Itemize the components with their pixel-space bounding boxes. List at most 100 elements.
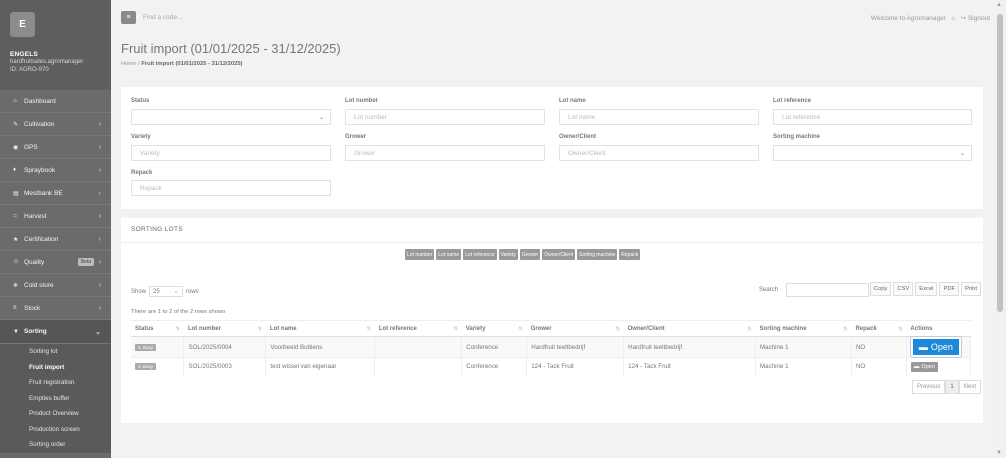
- open-button[interactable]: ▬ Open: [910, 361, 938, 372]
- col-owner-client[interactable]: Owner/Client ⇅: [623, 320, 756, 337]
- submenu-item-production-screen[interactable]: Production screen: [0, 422, 111, 438]
- sort-icon: ⇅: [843, 325, 848, 332]
- sidebar-item-cold-store[interactable]: ❄ Cold store ‹: [0, 274, 111, 297]
- app-logo[interactable]: E: [10, 12, 35, 37]
- col-label: Status: [135, 325, 154, 332]
- col-lot-reference[interactable]: Lot reference ⇅: [374, 320, 462, 337]
- page-scrollbar[interactable]: ▲ ▼: [994, 0, 1006, 458]
- lot-name-label: Lot name: [559, 98, 586, 104]
- chevron-left-icon: ‹: [98, 120, 101, 128]
- col-lot-number[interactable]: Lot number ⇅: [183, 320, 266, 337]
- variety-input[interactable]: Variety: [131, 145, 331, 161]
- home-icon[interactable]: ⌂: [951, 15, 955, 22]
- colvis-grower[interactable]: Grower: [519, 249, 541, 260]
- col-label: Variety: [465, 325, 486, 332]
- signout-link[interactable]: ↪ Signout: [961, 15, 990, 22]
- sidebar-item-harvest[interactable]: ⌂ Harvest ‹: [0, 205, 111, 228]
- chevron-left-icon: ‹: [98, 258, 101, 266]
- next-page-button[interactable]: Next: [958, 380, 981, 394]
- sidebar-item-certification[interactable]: ★ Certification ‹: [0, 228, 111, 251]
- table-search-input[interactable]: [786, 283, 870, 297]
- excel-button[interactable]: Excel: [915, 282, 938, 296]
- sidebar-item-gps[interactable]: ◉ GPS ‹: [0, 136, 111, 159]
- lot-reference-label: Lot reference: [773, 98, 812, 104]
- folder-open-icon: ▬: [918, 342, 928, 352]
- user-name: ENGELS: [10, 51, 38, 58]
- sidebar-item-mestbank[interactable]: ▤ Mestbank BE ‹: [0, 182, 111, 205]
- sidebar-item-dashboard[interactable]: ⌂ Dashboard: [0, 90, 111, 113]
- sorting-machine-select[interactable]: ⌄: [773, 145, 972, 161]
- previous-page-button[interactable]: Previous: [911, 380, 946, 394]
- pdf-button[interactable]: PDF: [939, 282, 960, 296]
- csv-button[interactable]: CSV: [893, 282, 914, 296]
- top-right-area: Welcome to Agromanager ⌂ ↪ Signout: [871, 14, 990, 22]
- status-badge: 3. Busy: [135, 343, 157, 351]
- scrollbar-thumb[interactable]: [997, 14, 1003, 312]
- col-repack[interactable]: Repack ⇅: [851, 320, 907, 337]
- col-variety[interactable]: Variety ⇅: [461, 320, 527, 337]
- status-select[interactable]: ⌄: [131, 109, 331, 125]
- snowflake-icon: ❄: [13, 282, 19, 289]
- col-sorting-machine[interactable]: Sorting machine ⇅: [755, 320, 852, 337]
- sidebar-item-label: Stock: [24, 304, 41, 312]
- sidebar-item-quality[interactable]: ☺ Quality Beta ‹: [0, 251, 111, 274]
- export-buttons: Copy CSV Excel PDF Print: [869, 282, 981, 296]
- user-email: hardfruitsales.agromanager: [10, 59, 84, 65]
- chevron-left-icon: ‹: [98, 235, 101, 243]
- colvis-lot-number[interactable]: Lot number: [405, 249, 435, 260]
- colvis-variety[interactable]: Variety: [498, 249, 518, 260]
- map-marker-icon: ◉: [13, 144, 19, 151]
- submenu-item-sorting-lot[interactable]: Sorting lot: [0, 344, 111, 360]
- sidebar-item-cultivation[interactable]: ✎ Cultivation ‹: [0, 113, 111, 136]
- sidebar-item-label: Mestbank BE: [24, 189, 63, 197]
- submenu-item-fruit-import[interactable]: Fruit import: [0, 360, 111, 376]
- submenu-item-empties-buffer[interactable]: Empties buffer: [0, 391, 111, 407]
- col-lot-name[interactable]: Lot name ⇅: [265, 320, 375, 337]
- sorting-lots-table: Status ⇅ Lot number ⇅ Lot name ⇅ Lot refere…: [131, 320, 972, 376]
- chevron-down-icon: ⌄: [95, 328, 101, 336]
- sidebar-item-spraybook[interactable]: ♦ Spraybook ‹: [0, 159, 111, 182]
- lot-number-input[interactable]: Lot number: [345, 109, 545, 125]
- table-row[interactable]: 3. Busy SOL/2025/0003 test wissel van ei…: [131, 357, 972, 376]
- col-grower[interactable]: Grower ⇅: [526, 320, 624, 337]
- status-cell: 3. Busy: [131, 357, 185, 376]
- panel-title: SORTING LOTS: [131, 226, 183, 233]
- scroll-up-icon[interactable]: ▲: [996, 2, 1002, 8]
- colvis-lot-reference[interactable]: Lot reference: [463, 249, 497, 260]
- lot-reference-input[interactable]: Lot reference: [773, 109, 972, 125]
- open-button[interactable]: ▬ Open: [910, 337, 961, 357]
- beta-badge: Beta: [77, 258, 94, 266]
- submenu-item-sorting-order[interactable]: Sorting order: [0, 437, 111, 453]
- colvis-owner-client[interactable]: Owner/Client: [542, 249, 576, 260]
- col-status[interactable]: Status ⇅: [131, 320, 184, 337]
- breadcrumb-home[interactable]: Home: [121, 61, 136, 67]
- sidebar-item-stock[interactable]: ≡ Stock ‹: [0, 297, 111, 320]
- scroll-down-icon[interactable]: ▼: [996, 450, 1002, 456]
- owner-client-input[interactable]: Owner/Client: [559, 145, 759, 161]
- chevron-left-icon: ‹: [98, 143, 101, 151]
- copy-button[interactable]: Copy: [869, 282, 892, 296]
- page-1-button[interactable]: 1: [945, 380, 959, 394]
- grower-input[interactable]: Grower: [345, 145, 545, 161]
- machine-cell: Machine 1: [755, 336, 852, 358]
- colvis-lot-name[interactable]: Lot name: [436, 249, 462, 260]
- table-row[interactable]: 3. Busy SOL/2025/0004 Voorbeeld Buttiens…: [131, 336, 972, 358]
- lot-name-input[interactable]: Lot name: [559, 109, 759, 125]
- print-button[interactable]: Print: [961, 282, 981, 296]
- menu-toggle-button[interactable]: ≡: [121, 11, 136, 24]
- repack-input[interactable]: Repack: [131, 180, 331, 196]
- sidebar-profile: E ENGELS hardfruitsales.agromanager ID: …: [0, 0, 111, 90]
- quality-icon: ☺: [13, 259, 20, 265]
- colvis-sorting-machine[interactable]: Sorting machine: [577, 249, 618, 260]
- submenu-item-product-overview[interactable]: Product Overview: [0, 406, 111, 422]
- chevron-left-icon: ‹: [98, 166, 101, 174]
- submenu-item-fruit-registration[interactable]: Fruit registration: [0, 375, 111, 391]
- code-search-input[interactable]: Find a code...: [143, 14, 182, 21]
- sort-icon: ⇅: [453, 325, 458, 332]
- sidebar-item-sorting[interactable]: ▼ Sorting ⌄: [0, 320, 111, 344]
- colvis-repack[interactable]: Repack: [619, 249, 641, 260]
- breadcrumb: Home / Fruit import (01/01/2025 - 31/12/…: [121, 61, 243, 67]
- home-icon: ⌂: [13, 98, 17, 104]
- page-length-select[interactable]: 25 ⌄: [149, 286, 184, 297]
- search-label: Search: [759, 287, 779, 293]
